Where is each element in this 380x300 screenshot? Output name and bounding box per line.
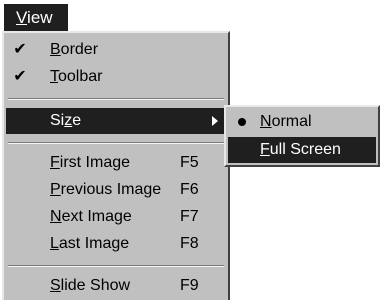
menu-item-border[interactable]: ✔ Border xyxy=(6,37,226,63)
screen: View ✔ Border ✔ Toolbar Size First Image… xyxy=(0,0,380,300)
menu-item-previous-image-label: Previous Image xyxy=(50,181,162,198)
menu-item-next-image[interactable]: Next Image F7 xyxy=(6,204,226,230)
shortcut-label: F9 xyxy=(180,277,199,294)
menu-item-toolbar[interactable]: ✔ Toolbar xyxy=(6,64,226,90)
submenu-item-full-screen[interactable]: Full Screen xyxy=(228,137,376,163)
submenu-item-normal[interactable]: Normal xyxy=(228,109,376,135)
menu-item-last-image[interactable]: Last Image F8 xyxy=(6,231,226,257)
menu-item-toolbar-label: Toolbar xyxy=(50,68,103,85)
menu-item-last-image-label: Last Image xyxy=(50,235,130,252)
check-icon: ✔ xyxy=(13,68,27,85)
shortcut-label: F6 xyxy=(180,181,199,198)
menu-item-border-label: Border xyxy=(50,41,99,58)
menu-item-next-image-label: Next Image xyxy=(50,208,132,225)
view-menu-dropdown: ✔ Border ✔ Toolbar Size First Image F5 P… xyxy=(2,31,230,300)
view-menu-mnemonic: V xyxy=(16,8,28,27)
shortcut-label: F7 xyxy=(180,208,199,225)
menu-item-size-label: Size xyxy=(50,112,82,129)
submenu-item-normal-label: Normal xyxy=(260,113,312,130)
menu-separator xyxy=(8,265,224,267)
menu-separator xyxy=(8,142,224,144)
menu-item-first-image-label: First Image xyxy=(50,154,131,171)
shortcut-label: F8 xyxy=(180,235,199,252)
submenu-item-full-screen-label: Full Screen xyxy=(260,141,341,158)
menu-item-slide-show-label: Slide Show xyxy=(50,277,131,294)
shortcut-label: F5 xyxy=(180,154,199,171)
menu-item-size[interactable]: Size xyxy=(6,108,226,134)
view-menu-label: iew xyxy=(27,8,53,27)
radio-bullet-icon xyxy=(238,118,246,126)
menu-item-first-image[interactable]: First Image F5 xyxy=(6,150,226,176)
check-icon: ✔ xyxy=(13,41,27,58)
menu-item-slide-show[interactable]: Slide Show F9 xyxy=(6,273,226,299)
menu-separator xyxy=(8,98,224,100)
submenu-arrow-icon xyxy=(212,116,218,126)
size-submenu: Normal Full Screen xyxy=(224,105,380,167)
view-menu-title[interactable]: View xyxy=(4,4,68,31)
menu-item-previous-image[interactable]: Previous Image F6 xyxy=(6,177,226,203)
